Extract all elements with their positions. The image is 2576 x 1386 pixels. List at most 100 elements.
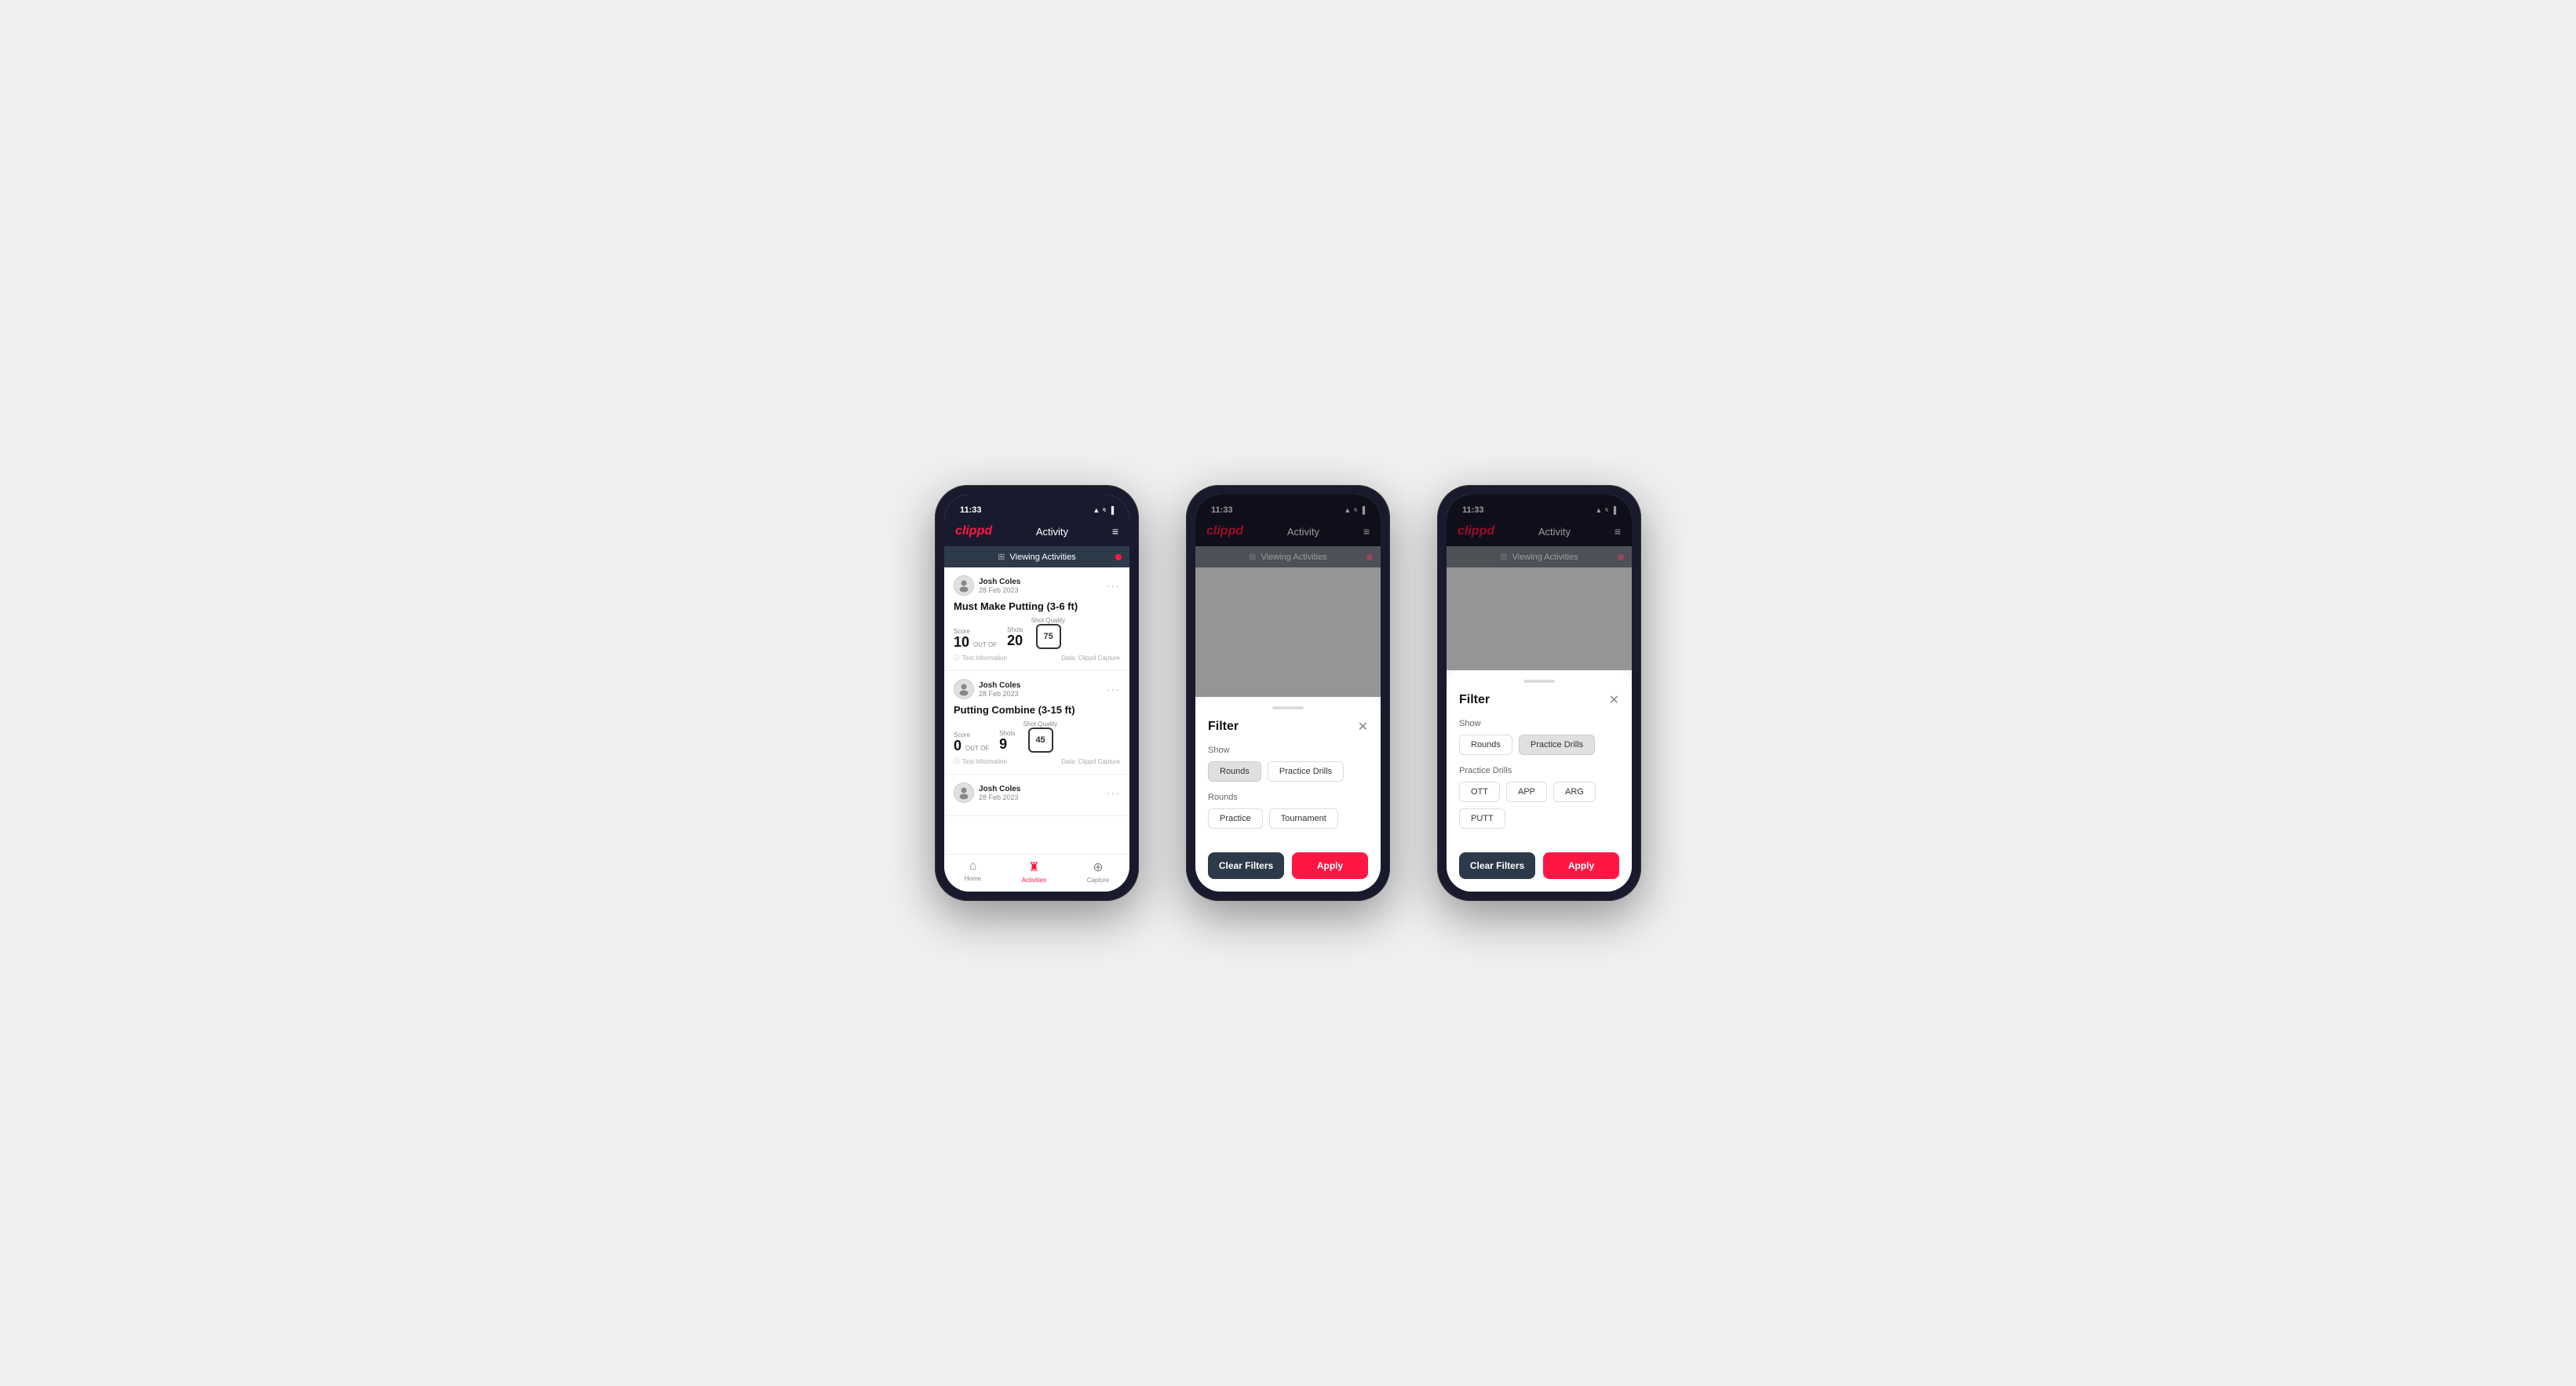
rounds-buttons-2: Practice Tournament [1208, 808, 1368, 829]
phones-container: 11:33 ▲ ᵑ ▐ clippd Activity ≡ ⊞ Viewing … [935, 485, 1641, 901]
filter-title-3: Filter [1459, 693, 1490, 707]
nav-activities-1[interactable]: ♜ Activities [1022, 859, 1047, 884]
filter-header-3: Filter ✕ [1459, 692, 1619, 708]
status-icons-1: ▲ ᵑ ▐ [1093, 506, 1114, 514]
filter-close-2[interactable]: ✕ [1358, 719, 1368, 735]
shot-quality-label-2: Shot Quality [1023, 720, 1058, 728]
app-btn-3[interactable]: APP [1506, 782, 1547, 802]
filter-actions-3: Clear Filters Apply [1459, 852, 1619, 879]
filter-overlay-2: Filter ✕ Show Rounds Practice Drills Rou… [1195, 494, 1381, 892]
phone-1: 11:33 ▲ ᵑ ▐ clippd Activity ≡ ⊞ Viewing … [935, 485, 1139, 901]
status-time-1: 11:33 [960, 505, 982, 515]
filter-close-3[interactable]: ✕ [1609, 692, 1619, 708]
user-info-2: Josh Coles 28 Feb 2023 [954, 679, 1020, 699]
more-dots-2[interactable]: ··· [1107, 683, 1120, 695]
more-dots-3[interactable]: ··· [1107, 786, 1120, 799]
card-header-2: Josh Coles 28 Feb 2023 ··· [954, 679, 1120, 699]
activity-title-2: Putting Combine (3-15 ft) [954, 704, 1120, 716]
logo-1: clippd [955, 524, 992, 538]
header-title-1: Activity [1036, 526, 1068, 538]
viewing-bar-text-1: Viewing Activities [1010, 553, 1076, 562]
sheet-handle-2 [1272, 706, 1304, 709]
screen-3: 11:33 ▲ ᵑ ▐ clippd Activity ≡ ⊞ Viewing … [1447, 494, 1632, 892]
user-info-3: Josh Coles 28 Feb 2023 [954, 782, 1020, 803]
activity-list-1: Josh Coles 28 Feb 2023 ··· Must Make Put… [944, 567, 1129, 854]
shots-value-1: 20 [1007, 633, 1023, 648]
card-header-3: Josh Coles 28 Feb 2023 ··· [954, 782, 1120, 803]
home-label-1: Home [965, 875, 981, 882]
clear-filters-btn-2[interactable]: Clear Filters [1208, 852, 1284, 879]
rounds-section-label-2: Rounds [1208, 793, 1368, 802]
user-name-1: Josh Coles [979, 578, 1020, 586]
practice-drills-section-label-3: Practice Drills [1459, 766, 1619, 775]
home-icon-1: ⌂ [969, 859, 977, 874]
activity-card-3: Josh Coles 28 Feb 2023 ··· [944, 775, 1129, 816]
stats-row-2: Score 0 OUT OF Shots 9 Shot Quality [954, 720, 1120, 753]
screen-1: 11:33 ▲ ᵑ ▐ clippd Activity ≡ ⊞ Viewing … [944, 494, 1129, 892]
filter-sheet-3: Filter ✕ Show Rounds Practice Drills Pra… [1447, 670, 1632, 892]
menu-icon-1[interactable]: ≡ [1112, 525, 1118, 538]
nav-home-1[interactable]: ⌂ Home [965, 859, 981, 884]
shot-quality-label-1: Shot Quality [1031, 617, 1066, 624]
arg-btn-3[interactable]: ARG [1553, 782, 1596, 802]
phone-3: 11:33 ▲ ᵑ ▐ clippd Activity ≡ ⊞ Viewing … [1437, 485, 1641, 901]
filter-header-2: Filter ✕ [1208, 719, 1368, 735]
tournament-btn-2[interactable]: Tournament [1269, 808, 1338, 829]
score-value-2: 0 [954, 739, 961, 753]
filter-sheet-2: Filter ✕ Show Rounds Practice Drills Rou… [1195, 697, 1381, 892]
overlay-bg-2[interactable] [1195, 494, 1381, 697]
ott-btn-3[interactable]: OTT [1459, 782, 1500, 802]
user-info-1: Josh Coles 28 Feb 2023 [954, 575, 1020, 596]
clear-filters-btn-3[interactable]: Clear Filters [1459, 852, 1535, 879]
apply-btn-3[interactable]: Apply [1543, 852, 1619, 879]
activity-card-1: Josh Coles 28 Feb 2023 ··· Must Make Put… [944, 567, 1129, 671]
user-date-3: 28 Feb 2023 [979, 793, 1020, 801]
more-dots-1[interactable]: ··· [1107, 579, 1120, 592]
filter-icon-1: ⊞ [998, 552, 1005, 562]
filter-title-2: Filter [1208, 720, 1239, 734]
card-header-1: Josh Coles 28 Feb 2023 ··· [954, 575, 1120, 596]
show-buttons-2: Rounds Practice Drills [1208, 761, 1368, 782]
activities-icon-1: ♜ [1028, 859, 1039, 875]
apply-btn-2[interactable]: Apply [1292, 852, 1368, 879]
filter-actions-2: Clear Filters Apply [1208, 852, 1368, 879]
overlay-bg-3[interactable] [1447, 494, 1632, 670]
capture-label-1: Capture [1087, 877, 1109, 884]
practice-drills-btn-2[interactable]: Practice Drills [1268, 761, 1344, 782]
shots-value-2: 9 [999, 736, 1007, 752]
practice-drills-buttons-3: OTT APP ARG PUTT [1459, 782, 1619, 829]
screen-2: 11:33 ▲ ᵑ ▐ clippd Activity ≡ ⊞ Viewing … [1195, 494, 1381, 892]
capture-icon-1: ⊕ [1093, 859, 1103, 875]
show-label-2: Show [1208, 746, 1368, 755]
shot-quality-badge-2: 45 [1028, 728, 1053, 753]
test-info-2: ⓘ Test Information [954, 757, 1007, 766]
activity-card-2: Josh Coles 28 Feb 2023 ··· Putting Combi… [944, 671, 1129, 775]
stats-row-1: Score 10 OUT OF Shots 20 Shot Quality [954, 617, 1120, 649]
nav-capture-1[interactable]: ⊕ Capture [1087, 859, 1109, 884]
practice-drills-btn-3[interactable]: Practice Drills [1519, 735, 1595, 755]
avatar-2 [954, 679, 974, 699]
practice-btn-2[interactable]: Practice [1208, 808, 1263, 829]
putt-btn-3[interactable]: PUTT [1459, 808, 1505, 829]
user-name-3: Josh Coles [979, 785, 1020, 793]
card-footer-2: ⓘ Test Information Data: Clippd Capture [954, 757, 1120, 766]
score-value-1: 10 [954, 635, 969, 649]
show-label-3: Show [1459, 719, 1619, 728]
bottom-nav-1: ⌂ Home ♜ Activities ⊕ Capture [944, 854, 1129, 892]
viewing-dot-1 [1115, 554, 1122, 560]
avatar-3 [954, 782, 974, 803]
viewing-bar-1[interactable]: ⊞ Viewing Activities [944, 546, 1129, 567]
shot-quality-badge-1: 75 [1036, 624, 1061, 649]
user-date-1: 28 Feb 2023 [979, 586, 1020, 594]
app-header-1: clippd Activity ≡ [944, 520, 1129, 546]
activities-label-1: Activities [1022, 877, 1047, 884]
phone-2: 11:33 ▲ ᵑ ▐ clippd Activity ≡ ⊞ Viewing … [1186, 485, 1390, 901]
show-buttons-3: Rounds Practice Drills [1459, 735, 1619, 755]
user-date-2: 28 Feb 2023 [979, 690, 1020, 698]
rounds-btn-2[interactable]: Rounds [1208, 761, 1261, 782]
filter-overlay-3: Filter ✕ Show Rounds Practice Drills Pra… [1447, 494, 1632, 892]
sheet-handle-3 [1523, 680, 1555, 683]
rounds-btn-3[interactable]: Rounds [1459, 735, 1512, 755]
test-info-1: ⓘ Test Information [954, 654, 1007, 662]
notch-1 [1005, 494, 1068, 512]
